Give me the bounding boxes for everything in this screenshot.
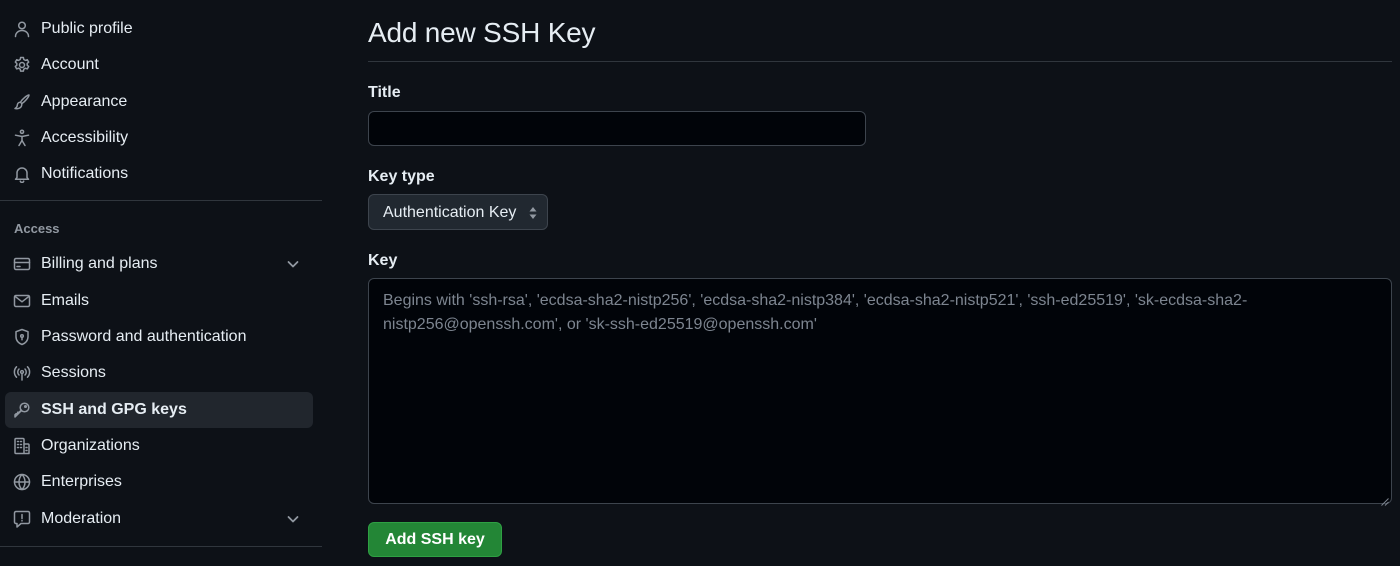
gear-icon	[13, 56, 31, 74]
sidebar-item-label: Password and authentication	[41, 328, 247, 345]
sidebar-item-organizations[interactable]: Organizations	[5, 428, 313, 464]
sidebar-item-notifications[interactable]: Notifications	[5, 156, 313, 192]
key-type-selected-value: Authentication Key	[383, 204, 517, 221]
report-icon	[13, 510, 31, 528]
sidebar-item-label: Sessions	[41, 364, 106, 381]
key-icon	[13, 401, 31, 419]
accessibility-icon	[13, 129, 31, 147]
sidebar-item-label: Enterprises	[41, 473, 122, 490]
page-title: Add new SSH Key	[368, 17, 596, 48]
broadcast-icon	[13, 364, 31, 382]
sidebar-item-appearance[interactable]: Appearance	[5, 84, 313, 120]
chevron-down-icon[interactable]	[285, 511, 301, 527]
person-icon	[13, 20, 31, 38]
title-field-label: Title	[368, 84, 401, 101]
sidebar-item-accessibility[interactable]: Accessibility	[5, 120, 313, 156]
title-divider	[368, 61, 1392, 62]
sidebar-item-sessions[interactable]: Sessions	[5, 355, 313, 391]
add-ssh-key-button[interactable]: Add SSH key	[368, 522, 502, 557]
sidebar-item-label: Billing and plans	[41, 255, 158, 272]
paintbrush-icon	[13, 93, 31, 111]
title-input[interactable]	[368, 111, 866, 146]
sidebar-item-label: Organizations	[41, 437, 140, 454]
sidebar-item-account[interactable]: Account	[5, 47, 313, 83]
sidebar-item-label: Notifications	[41, 165, 129, 182]
sidebar-item-moderation[interactable]: Moderation	[5, 501, 313, 537]
settings-sidebar: Public profile Account Appearance Access…	[0, 0, 322, 566]
sidebar-item-label: SSH and GPG keys	[41, 401, 187, 418]
sidebar-item-label: Emails	[41, 292, 90, 309]
sidebar-section-heading-access: Access	[14, 221, 60, 236]
sidebar-item-public-profile[interactable]: Public profile	[5, 11, 313, 47]
sidebar-item-label: Moderation	[41, 510, 122, 527]
key-field-label: Key	[368, 252, 398, 269]
sidebar-divider	[0, 546, 322, 547]
sidebar-item-label: Account	[41, 56, 99, 73]
bell-icon	[13, 165, 31, 183]
sidebar-item-label: Accessibility	[41, 129, 129, 146]
organization-icon	[13, 437, 31, 455]
sidebar-item-ssh-and-gpg-keys[interactable]: SSH and GPG keys	[5, 392, 313, 428]
mail-icon	[13, 292, 31, 310]
sidebar-item-emails[interactable]: Emails	[5, 283, 313, 319]
sidebar-divider	[0, 200, 322, 201]
sidebar-item-label: Public profile	[41, 20, 133, 37]
add-ssh-key-form: Add new SSH Key Title Key type Authentic…	[368, 0, 1392, 566]
key-textarea[interactable]	[368, 278, 1392, 504]
sidebar-item-label: Appearance	[41, 93, 128, 110]
sidebar-item-enterprises[interactable]: Enterprises	[5, 464, 313, 500]
sidebar-item-password-and-authentication[interactable]: Password and authentication	[5, 319, 313, 355]
key-type-label: Key type	[368, 168, 435, 185]
resize-grip-icon[interactable]	[1381, 493, 1389, 506]
settings-page: Public profile Account Appearance Access…	[0, 0, 1400, 566]
key-type-select[interactable]: Authentication Key	[368, 194, 548, 230]
globe-icon	[13, 473, 31, 491]
chevron-down-icon[interactable]	[285, 256, 301, 272]
sidebar-item-billing-and-plans[interactable]: Billing and plans	[5, 246, 313, 282]
shield-lock-icon	[13, 328, 31, 346]
select-arrows-icon	[528, 205, 538, 221]
credit-card-icon	[13, 255, 31, 273]
